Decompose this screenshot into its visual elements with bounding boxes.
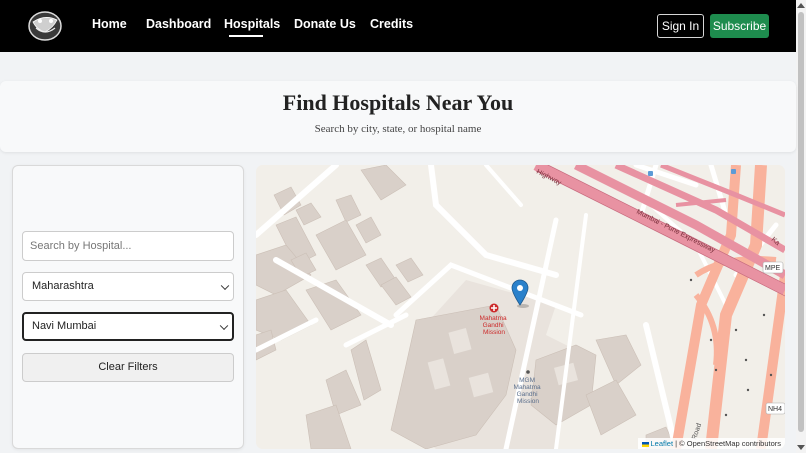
nav-active-underline xyxy=(229,35,263,37)
page-subtitle: Search by city, state, or hospital name xyxy=(314,123,482,135)
ukraine-flag-icon xyxy=(641,441,649,447)
map-attribution: Leaflet | © OpenStreetMap contributors xyxy=(637,438,785,449)
hospital-search-input[interactable] xyxy=(22,231,234,261)
nav-dashboard[interactable]: Dashboard xyxy=(146,17,211,31)
leaflet-link[interactable]: Leaflet xyxy=(651,439,674,448)
state-select[interactable]: Maharashtra xyxy=(22,272,234,301)
bus-stop-icon xyxy=(731,169,736,174)
scrollbar-thumb[interactable] xyxy=(798,12,804,432)
chevron-down-icon xyxy=(219,321,229,330)
city-select-value: Navi Mumbai xyxy=(32,320,97,332)
subscribe-button[interactable]: Subscribe xyxy=(710,14,769,38)
site-logo[interactable] xyxy=(26,8,64,44)
bus-stop-icon xyxy=(648,171,653,176)
hospital-map-label: Mahatma Gandhi Mission xyxy=(480,315,509,336)
sign-in-button[interactable]: Sign In xyxy=(657,14,704,38)
nav-credits[interactable]: Credits xyxy=(370,17,413,31)
city-select[interactable]: Navi Mumbai xyxy=(22,312,234,341)
chevron-down-icon xyxy=(220,281,230,290)
scroll-up-arrow-icon[interactable] xyxy=(797,3,805,8)
page-title: Find Hospitals Near You xyxy=(282,90,514,115)
filter-panel xyxy=(12,165,244,449)
hospital-map[interactable]: Mumbai - Pune Expressway Highway Ka MPE … xyxy=(256,165,785,449)
state-select-value: Maharashtra xyxy=(32,280,94,292)
scroll-down-arrow-icon[interactable] xyxy=(797,445,805,450)
mgm-poi-dot-icon xyxy=(526,370,530,374)
osm-link[interactable]: OpenStreetMap contributors xyxy=(687,439,781,448)
nh4-label: NH4 xyxy=(768,406,782,413)
nav-hospitals[interactable]: Hospitals xyxy=(224,17,280,31)
clear-filters-button[interactable]: Clear Filters xyxy=(22,353,234,382)
mpe-label: MPE xyxy=(765,265,781,272)
nav-donate-us[interactable]: Donate Us xyxy=(294,17,356,31)
attribution-separator: | © xyxy=(673,439,687,448)
map-tiles[interactable]: Mumbai - Pune Expressway Highway Ka MPE … xyxy=(256,165,785,449)
nav-home[interactable]: Home xyxy=(92,17,127,31)
